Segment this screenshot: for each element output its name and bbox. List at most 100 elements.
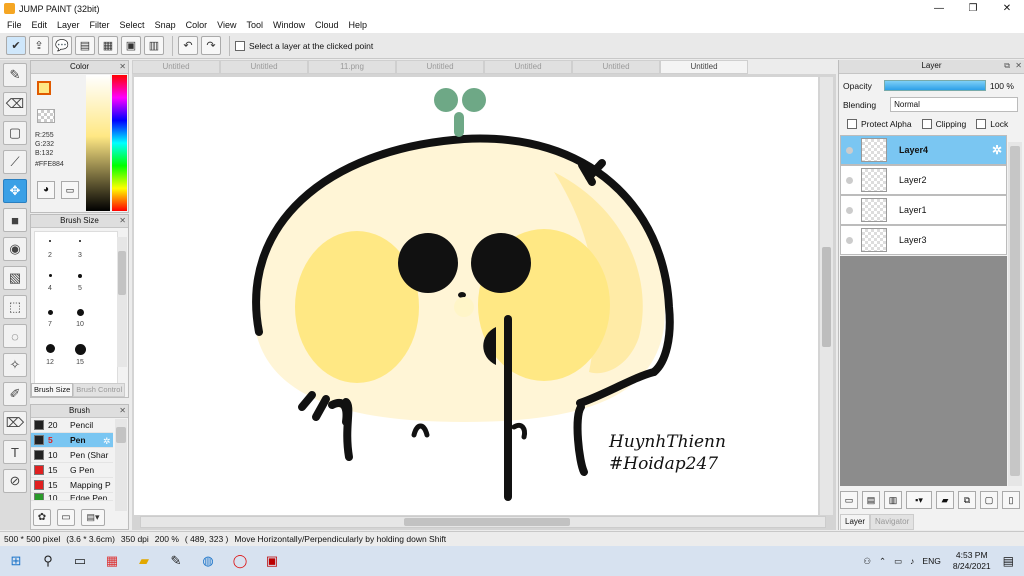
new-layer-halftone-icon[interactable]: ▥ [884,491,902,509]
menu-tool[interactable]: Tool [241,20,268,30]
cloud-sync-icon[interactable]: ✔ [6,36,26,55]
layer-row[interactable]: Layer2 [840,165,1007,195]
volume-icon[interactable]: ♪ [910,556,914,566]
fill-rect-icon[interactable]: ■ [3,208,27,232]
app-grid-icon[interactable]: ▦ [96,546,128,576]
share-icon[interactable]: ⇪ [29,36,49,55]
brush-item[interactable]: 15 Mapping P [31,478,113,493]
file-explorer-icon[interactable]: ▰ [128,546,160,576]
new-layer-color-icon[interactable]: ▤ [862,491,880,509]
visibility-icon[interactable] [846,206,853,214]
transparent-color-swatch[interactable] [37,109,55,123]
move-tool-icon[interactable]: ✥ [3,179,27,203]
restore-icon[interactable]: ⧉ [1004,60,1010,72]
menu-layer[interactable]: Layer [52,20,85,30]
comment-icon[interactable]: 💬 [52,36,72,55]
folder-icon[interactable]: ▰ [936,491,954,509]
close-icon[interactable]: ✕ [1015,60,1022,72]
brush-item[interactable]: 10 Pen (Shar [31,448,113,463]
menu-snap[interactable]: Snap [150,20,181,30]
menu-filter[interactable]: Filter [85,20,115,30]
brush-size-scrollbar[interactable] [117,237,127,367]
layer-type-menu-icon[interactable]: ▪▾ [906,491,932,509]
tab-brush-control[interactable]: Brush Control [73,383,126,397]
tab-document[interactable]: Untitled [484,60,572,74]
maximize-button[interactable]: ❐ [956,0,990,17]
notifications-icon[interactable]: ▤ [1003,554,1014,568]
material-icon[interactable]: ▣ [121,36,141,55]
tab-document[interactable]: Untitled [572,60,660,74]
blending-select[interactable]: Normal [890,97,1019,112]
layer-list-scrollbar[interactable] [1008,142,1022,486]
brush-tool-icon[interactable]: ✎ [3,63,27,87]
menu-select[interactable]: Select [115,20,150,30]
person-icon[interactable]: ⚇ [863,556,871,567]
marquee-tool-icon[interactable]: ⬚ [3,295,27,319]
foreground-color-swatch[interactable] [37,81,51,95]
eraser-tool-icon[interactable]: ⌫ [3,92,27,116]
document-icon[interactable]: ▦ [98,36,118,55]
visibility-icon[interactable] [846,236,853,244]
clock[interactable]: 4:53 PM 8/24/2021 [949,550,995,572]
visibility-icon[interactable] [846,176,853,184]
zalo-icon[interactable]: ◍ [192,546,224,576]
brush-menu-icon[interactable]: ▤▾ [81,509,105,526]
menu-view[interactable]: View [212,20,241,30]
brush-size-cell[interactable]: 1 [35,236,65,249]
clipping-checkbox[interactable] [921,118,932,129]
protect-alpha-checkbox[interactable] [847,118,857,129]
lock-checkbox[interactable] [976,118,987,129]
brush-item[interactable]: 5 Pen [31,433,113,448]
tab-document[interactable]: 11.png [308,60,396,74]
bucket-tool-icon[interactable]: ◉ [3,237,27,261]
input-language[interactable]: ENG [922,556,940,566]
page-view-icon[interactable]: ▤ [75,36,95,55]
select-pen-icon[interactable]: ✐ [3,382,27,406]
gradient-tool-icon[interactable]: ▧ [3,266,27,290]
menu-edit[interactable]: Edit [27,20,53,30]
layer-row[interactable]: Layer3 [840,225,1007,255]
select-layer-option[interactable]: Select a layer at the clicked point [235,40,373,51]
menu-cloud[interactable]: Cloud [310,20,344,30]
tab-document[interactable]: Untitled [220,60,308,74]
new-brush-icon[interactable]: ▭ [57,509,75,526]
gear-icon[interactable]: ✲ [103,436,111,447]
brush-size-cell[interactable]: 7 [35,308,65,328]
menu-color[interactable]: Color [181,20,213,30]
layer-row[interactable]: Layer4 ✲ [840,135,1007,165]
magic-wand-icon[interactable]: ✧ [3,353,27,377]
text-tool-icon[interactable]: T [3,440,27,464]
opera-icon[interactable]: ◯ [224,546,256,576]
chevron-up-icon[interactable]: ⌃ [879,556,886,567]
tab-document[interactable]: Untitled [132,60,220,74]
select-layer-checkbox[interactable] [235,40,245,51]
menu-file[interactable]: File [2,20,27,30]
close-icon[interactable]: ✕ [119,215,126,227]
new-layer-icon[interactable]: ▭ [840,491,858,509]
brush-size-cell[interactable]: 12 [35,344,65,366]
paint-app-icon[interactable]: ✎ [160,546,192,576]
layer-row[interactable]: Layer1 [840,195,1007,225]
undo-icon[interactable]: ↶ [178,36,198,55]
select-eraser-icon[interactable]: ⌦ [3,411,27,435]
minimize-button[interactable]: — [922,0,956,17]
drawing-canvas[interactable]: HuynhThienn #Hoidap247 [134,77,818,515]
jump-paint-icon[interactable]: ▣ [256,546,288,576]
canvas-vertical-scrollbar[interactable] [820,77,833,515]
menu-help[interactable]: Help [344,20,373,30]
close-icon[interactable]: ✕ [119,405,126,417]
lasso-tool-icon[interactable]: ◌ [3,324,27,348]
brush-item[interactable]: 20 Pencil [31,418,113,433]
tab-layer[interactable]: Layer [840,514,871,530]
rectangle-select-icon[interactable]: ▢ [3,121,27,145]
opacity-slider[interactable] [883,80,986,91]
brush-item[interactable]: 15 G Pen [31,463,113,478]
settings-icon[interactable]: ▥ [144,36,164,55]
palette-icon[interactable]: ◕ [37,181,55,199]
swap-color-icon[interactable]: ▭ [61,181,79,199]
brush-size-cell[interactable] [65,236,95,242]
duplicate-layer-icon[interactable]: ⧉ [958,491,976,509]
menu-window[interactable]: Window [268,20,310,30]
search-icon[interactable]: ⚲ [32,546,64,576]
saturation-box[interactable] [86,75,110,211]
